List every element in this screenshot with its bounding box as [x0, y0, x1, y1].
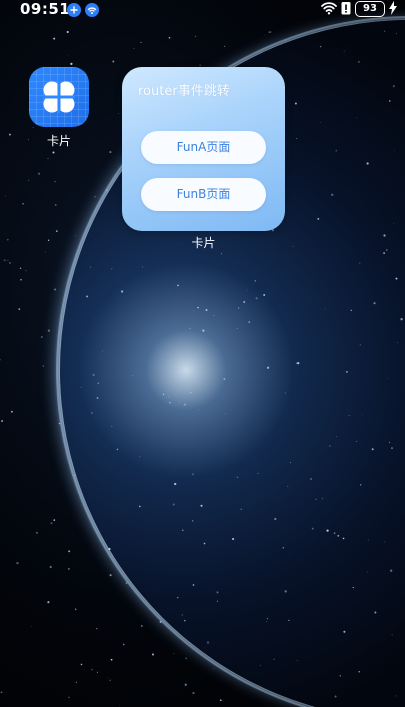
alert-icon — [341, 0, 351, 19]
widget-title: router事件跳转 — [138, 84, 230, 99]
status-bar: 09:51 93 — [0, 0, 405, 22]
wifi-app-icon — [85, 3, 99, 17]
fun-b-button[interactable]: FunB页面 — [141, 178, 266, 211]
fun-a-button[interactable]: FunA页面 — [141, 131, 266, 164]
card-app-label: 卡片 — [46, 134, 71, 148]
card-app-icon[interactable] — [29, 67, 89, 127]
router-widget[interactable]: router事件跳转 FunA页面 FunB页面 — [122, 67, 285, 231]
charging-icon — [389, 0, 397, 19]
battery-icon: 93 — [355, 1, 385, 17]
widget-label: 卡片 — [191, 236, 216, 250]
status-time: 09:51 — [20, 0, 71, 18]
card-app[interactable]: 卡片 — [29, 67, 91, 149]
usb-icon — [67, 3, 81, 17]
wifi-icon — [321, 0, 337, 19]
